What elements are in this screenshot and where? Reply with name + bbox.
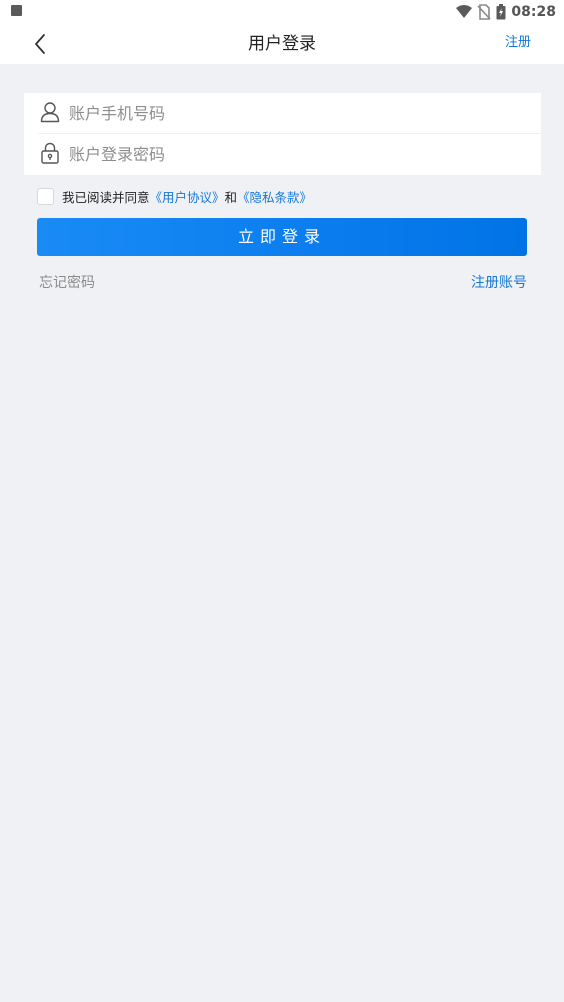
lock-icon — [41, 142, 59, 164]
agreement-conjunction: 和 — [224, 189, 238, 205]
privacy-policy-link[interactable]: 《隐私条款》 — [237, 187, 312, 206]
phone-field — [24, 93, 541, 133]
agreement-row: 我已阅读并同意 《用户协议》 和 《隐私条款》 — [37, 186, 312, 206]
agreement-checkbox[interactable] — [37, 187, 54, 205]
status-icons: 08:28 — [456, 0, 556, 24]
status-bar: 08:28 — [0, 0, 564, 24]
page-title: 用户登录 — [248, 34, 316, 54]
agreement-prefix: 我已阅读并同意 — [62, 189, 150, 205]
register-account-link[interactable]: 注册账号 — [471, 272, 527, 292]
login-button[interactable]: 立即登录 — [37, 218, 527, 256]
user-agreement-link[interactable]: 《用户协议》 — [150, 187, 225, 206]
status-time: 08:28 — [511, 4, 556, 20]
phone-input[interactable] — [69, 96, 519, 130]
password-input[interactable] — [69, 137, 519, 171]
wifi-icon — [456, 5, 473, 18]
forgot-password-link[interactable]: 忘记密码 — [39, 272, 95, 292]
battery-icon — [496, 4, 506, 20]
nav-bar: 用户登录 注册 — [0, 24, 564, 65]
password-field — [24, 134, 541, 174]
a-badge-icon — [11, 5, 22, 16]
user-icon — [40, 102, 60, 123]
register-nav-button[interactable]: 注册 — [505, 24, 531, 64]
login-form — [24, 93, 541, 175]
bottom-links: 忘记密码 注册账号 — [39, 272, 527, 292]
no-sim-icon — [477, 4, 492, 20]
